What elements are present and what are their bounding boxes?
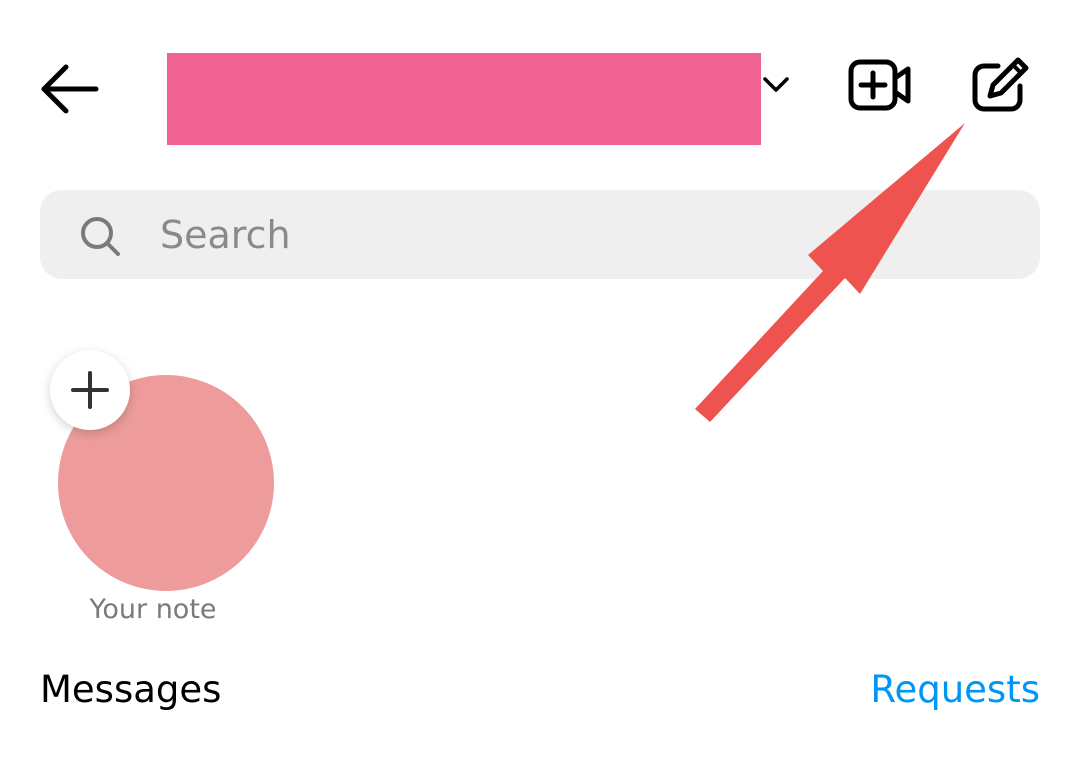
account-switcher-button[interactable] [759, 70, 793, 100]
search-input[interactable] [160, 190, 1000, 279]
note-label: Your note [89, 594, 217, 625]
username-redacted[interactable] [167, 53, 761, 145]
plus-icon [71, 371, 109, 409]
search-bar[interactable] [40, 190, 1040, 279]
back-button[interactable] [38, 62, 102, 116]
compose-message-button[interactable] [968, 54, 1034, 116]
chevron-down-icon [763, 77, 789, 92]
new-video-call-button[interactable] [846, 56, 914, 114]
messages-heading: Messages [40, 668, 222, 711]
arrow-left-icon [41, 64, 99, 114]
video-call-add-icon [848, 59, 911, 111]
requests-link[interactable]: Requests [870, 668, 1040, 711]
add-note-button[interactable] [50, 350, 130, 430]
search-icon [81, 217, 120, 256]
compose-pencil-icon [972, 57, 1029, 112]
